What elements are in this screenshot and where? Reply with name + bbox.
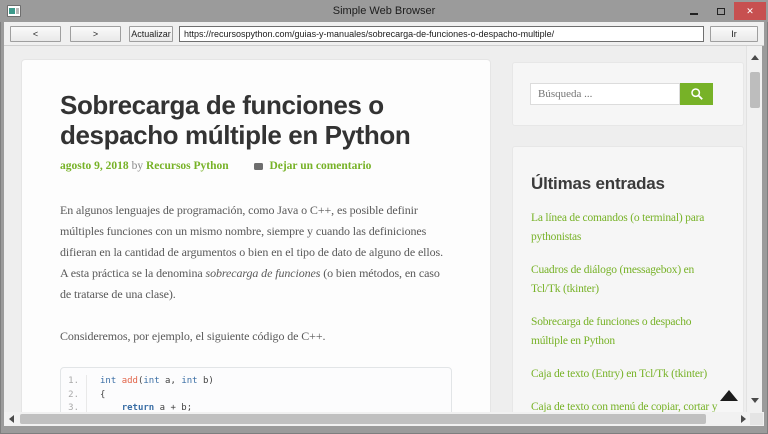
search-form [530, 83, 726, 105]
post-date: agosto 9, 2018 [60, 160, 129, 172]
horizontal-scrollbar[interactable] [4, 412, 764, 426]
refresh-button[interactable]: Actualizar [129, 25, 173, 42]
vertical-scrollbar-thumb[interactable] [750, 72, 760, 108]
code-block: 1. int add(int a, int b) 2.{3. return a + … [60, 367, 452, 412]
code-line: 2.{ [61, 388, 451, 402]
post-by-label: by [131, 160, 144, 172]
recent-posts-list: La línea de comandos (o terminal) para p… [531, 209, 725, 412]
scroll-up-icon[interactable] [751, 55, 759, 60]
code-line: 1. int add(int a, int b) [61, 375, 451, 389]
vertical-scrollbar[interactable] [746, 46, 762, 412]
window-title: Simple Web Browser [332, 5, 436, 17]
post-author-link[interactable]: Recursos Python [146, 160, 229, 172]
comment-link[interactable]: Dejar un comentario [269, 160, 371, 172]
browser-window: Simple Web Browser ✕ < > Actualizar Ir S… [0, 0, 768, 434]
maximize-button[interactable] [707, 2, 734, 20]
url-input[interactable] [179, 25, 704, 42]
back-button[interactable]: < [10, 25, 61, 42]
search-icon [690, 88, 703, 100]
recent-post-link[interactable]: Sobrecarga de funciones o despacho múlti… [531, 313, 725, 351]
recent-post-link[interactable]: Caja de texto (Entry) en Tcl/Tk (tkinter… [531, 365, 725, 384]
navigation-toolbar: < > Actualizar Ir [4, 22, 764, 46]
go-button[interactable]: Ir [710, 25, 758, 42]
recent-post-link[interactable]: La línea de comandos (o terminal) para p… [531, 209, 725, 247]
page-viewport: Sobrecarga de funciones o despacho múlti… [4, 46, 762, 412]
maximize-icon [716, 7, 725, 15]
scrollbar-corner [750, 413, 763, 425]
forward-button[interactable]: > [70, 25, 121, 42]
post-paragraph-2: Consideremos, por ejemplo, el siguiente … [60, 329, 326, 343]
scroll-right-icon[interactable] [741, 415, 746, 423]
comment-bubble-icon [253, 162, 263, 170]
scroll-down-icon[interactable] [751, 398, 759, 403]
minimize-button[interactable] [680, 2, 707, 20]
recent-post-link[interactable]: Cuadros de diálogo (messagebox) en Tcl/T… [531, 261, 725, 299]
post-meta: agosto 9, 2018 by Recursos Python Dejar … [60, 160, 452, 172]
search-input[interactable] [530, 83, 680, 105]
scroll-left-icon[interactable] [9, 415, 14, 423]
title-bar: Simple Web Browser ✕ [0, 0, 768, 22]
post-paragraph-1: En algunos lenguajes de programación, co… [60, 203, 444, 301]
recent-post-link[interactable]: Caja de texto con menú de copiar, cortar… [531, 398, 725, 412]
recent-posts-widget: Últimas entradas La línea de comandos (o… [512, 146, 744, 412]
back-to-top-button[interactable] [720, 390, 738, 401]
search-widget [512, 62, 744, 126]
code-line: 3. return a + b; [61, 402, 451, 412]
close-button[interactable]: ✕ [734, 2, 766, 20]
close-icon: ✕ [746, 5, 754, 16]
window-controls: ✕ [680, 2, 766, 20]
horizontal-scrollbar-thumb[interactable] [20, 414, 706, 424]
article-card: Sobrecarga de funciones o despacho múlti… [22, 60, 490, 412]
post-title: Sobrecarga de funciones o despacho múlti… [60, 90, 411, 150]
minimize-icon [689, 13, 698, 15]
recent-posts-heading: Últimas entradas [531, 174, 665, 193]
search-button[interactable] [680, 83, 713, 105]
